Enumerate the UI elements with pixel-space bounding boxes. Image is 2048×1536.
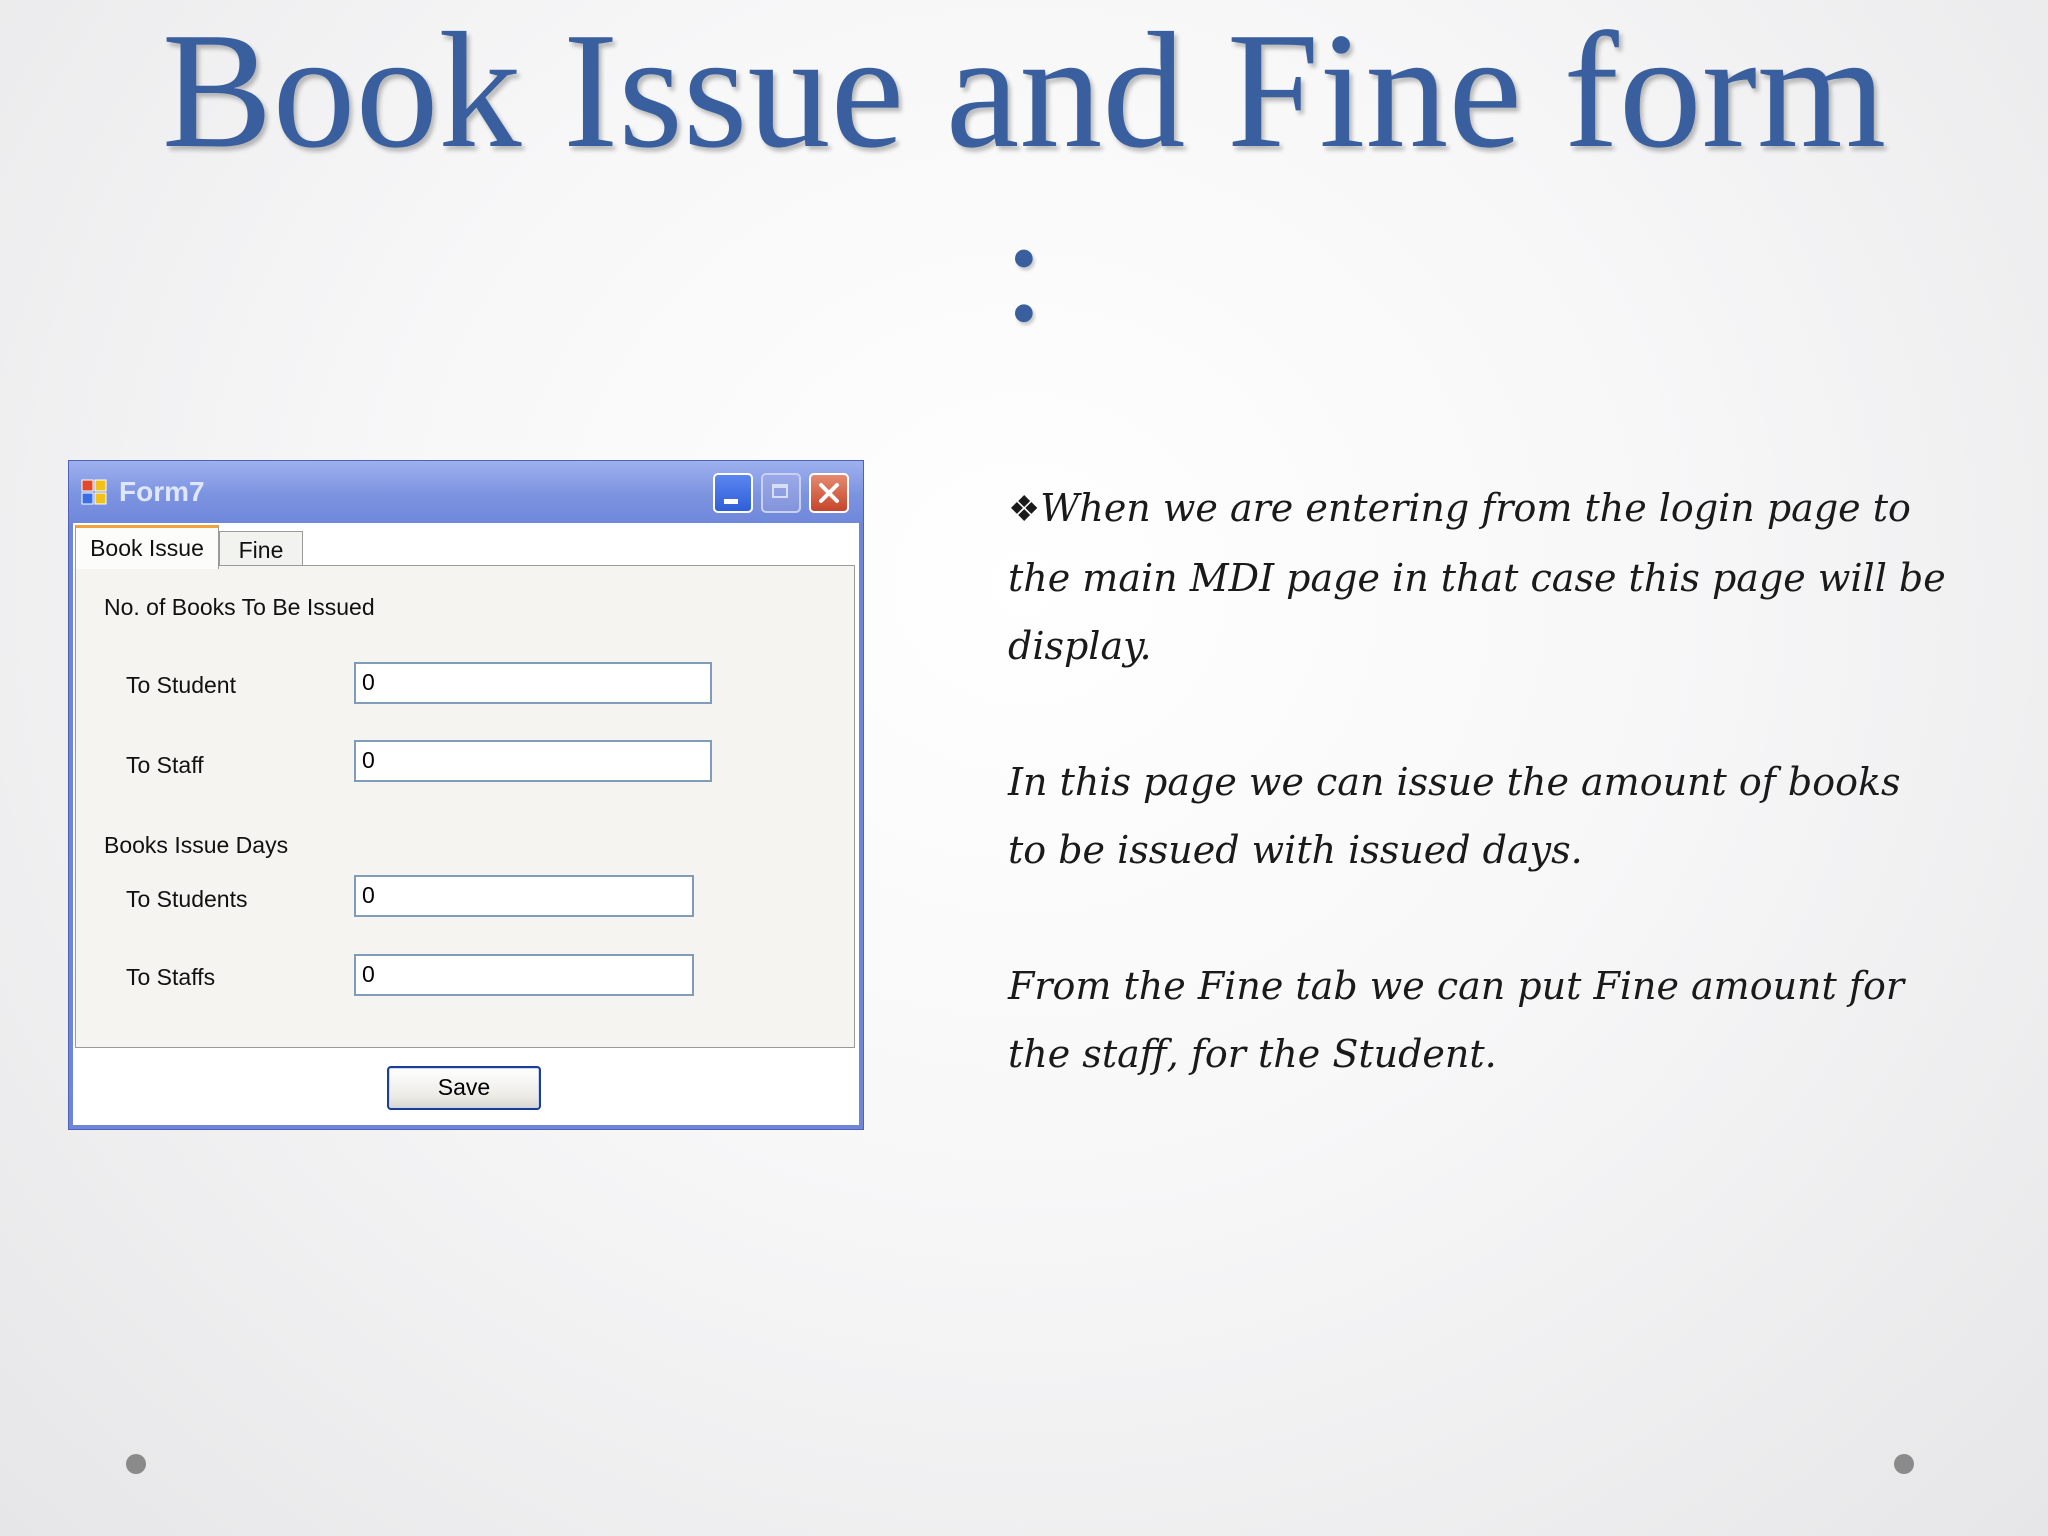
para-1-text: When we are entering from the login page… [1008, 486, 1946, 668]
tab-strip: Book Issue Fine [73, 523, 859, 569]
save-button[interactable]: Save [387, 1066, 541, 1110]
description-para-1: ❖When we are entering from the login pag… [1008, 474, 1948, 680]
books-issued-heading: No. of Books To Be Issued [104, 594, 375, 620]
to-staff-label: To Staff [126, 752, 204, 778]
window-title: Form7 [119, 476, 205, 507]
window-client-area: Book Issue Fine No. of Books To Be Issue… [73, 523, 859, 1125]
to-students-days-input[interactable]: 0 [354, 875, 694, 917]
description-para-2: In this page we can issue the amount of … [1008, 760, 1901, 872]
description-text: ❖When we are entering from the login pag… [1008, 474, 1948, 1156]
to-students-label: To Students [126, 886, 248, 912]
to-staffs-days-input[interactable]: 0 [354, 954, 694, 996]
maximize-button[interactable] [761, 473, 801, 513]
book-issue-panel: No. of Books To Be Issued To Student 0 T… [75, 565, 855, 1048]
app-icon [81, 479, 107, 505]
form7-window: Form7 Book Issue Fine No. of Books To Be… [68, 460, 864, 1130]
close-button[interactable] [809, 473, 849, 513]
diamond-bullet-icon: ❖ [1008, 489, 1041, 530]
decor-dot-right [1894, 1454, 1914, 1474]
to-student-input[interactable]: 0 [354, 662, 712, 704]
to-staffs-label: To Staffs [126, 964, 216, 990]
slide-title: Book Issue and Fine form [161, 0, 1887, 182]
to-staff-input[interactable]: 0 [354, 740, 712, 782]
title-colon: : [1003, 187, 1045, 353]
decor-dot-left [126, 1454, 146, 1474]
window-titlebar[interactable]: Form7 [69, 461, 863, 523]
to-student-label: To Student [126, 672, 236, 698]
button-area: Save [73, 1048, 859, 1125]
description-para-3: From the Fine tab we can put Fine amount… [1008, 964, 1904, 1076]
tab-fine[interactable]: Fine [219, 531, 303, 567]
minimize-button[interactable] [713, 473, 753, 513]
issue-days-heading: Books Issue Days [104, 832, 289, 858]
close-icon [819, 483, 839, 503]
tab-book-issue[interactable]: Book Issue [75, 525, 219, 569]
